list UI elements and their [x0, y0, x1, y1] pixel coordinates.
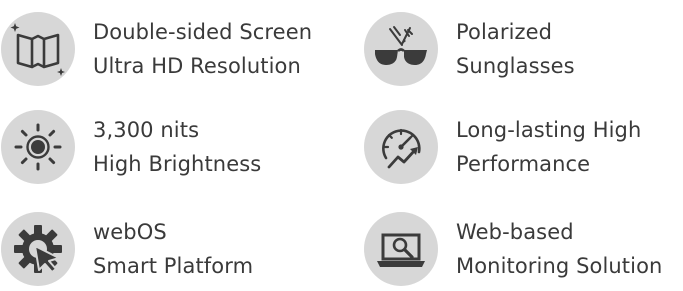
feature-text: Long-lasting High Performance [456, 113, 641, 181]
feature-subtitle: Sunglasses [456, 54, 575, 78]
feature-text: 3,300 nits High Brightness [93, 113, 261, 181]
feature-title: Polarized [456, 20, 553, 44]
double-sided-screen-icon [1, 12, 75, 86]
feature-title: Web-based [456, 220, 574, 244]
brightness-sun-icon [1, 110, 75, 184]
feature-polarized-sunglasses: Polarized Sunglasses [364, 12, 683, 88]
feature-long-lasting-performance: Long-lasting High Performance [364, 110, 683, 186]
feature-subtitle: High Brightness [93, 152, 262, 176]
feature-text: webOS Smart Platform [93, 215, 253, 283]
performance-gauge-icon [364, 110, 438, 184]
polarized-sunglasses-icon [364, 12, 438, 86]
feature-webos-smart-platform: webOS Smart Platform [1, 212, 341, 288]
feature-title: Long-lasting High [456, 118, 642, 142]
feature-subtitle: Performance [456, 152, 591, 176]
feature-double-sided-screen: Double-sided Screen Ultra HD Resolution [1, 12, 341, 88]
feature-text: Web-based Monitoring Solution [456, 215, 662, 283]
feature-subtitle: Ultra HD Resolution [93, 54, 301, 78]
feature-title: Double-sided Screen [93, 20, 313, 44]
feature-web-monitoring: Web-based Monitoring Solution [364, 212, 683, 288]
feature-grid: Double-sided Screen Ultra HD Resolution [0, 0, 683, 291]
webos-gear-cursor-icon [1, 212, 75, 286]
feature-text: Double-sided Screen Ultra HD Resolution [93, 15, 312, 83]
feature-title: webOS [93, 220, 167, 244]
feature-title: 3,300 nits [93, 118, 200, 142]
feature-subtitle: Monitoring Solution [456, 254, 663, 278]
web-monitoring-laptop-icon [364, 212, 438, 286]
feature-text: Polarized Sunglasses [456, 15, 575, 83]
feature-subtitle: Smart Platform [93, 254, 254, 278]
feature-high-brightness: 3,300 nits High Brightness [1, 110, 341, 186]
